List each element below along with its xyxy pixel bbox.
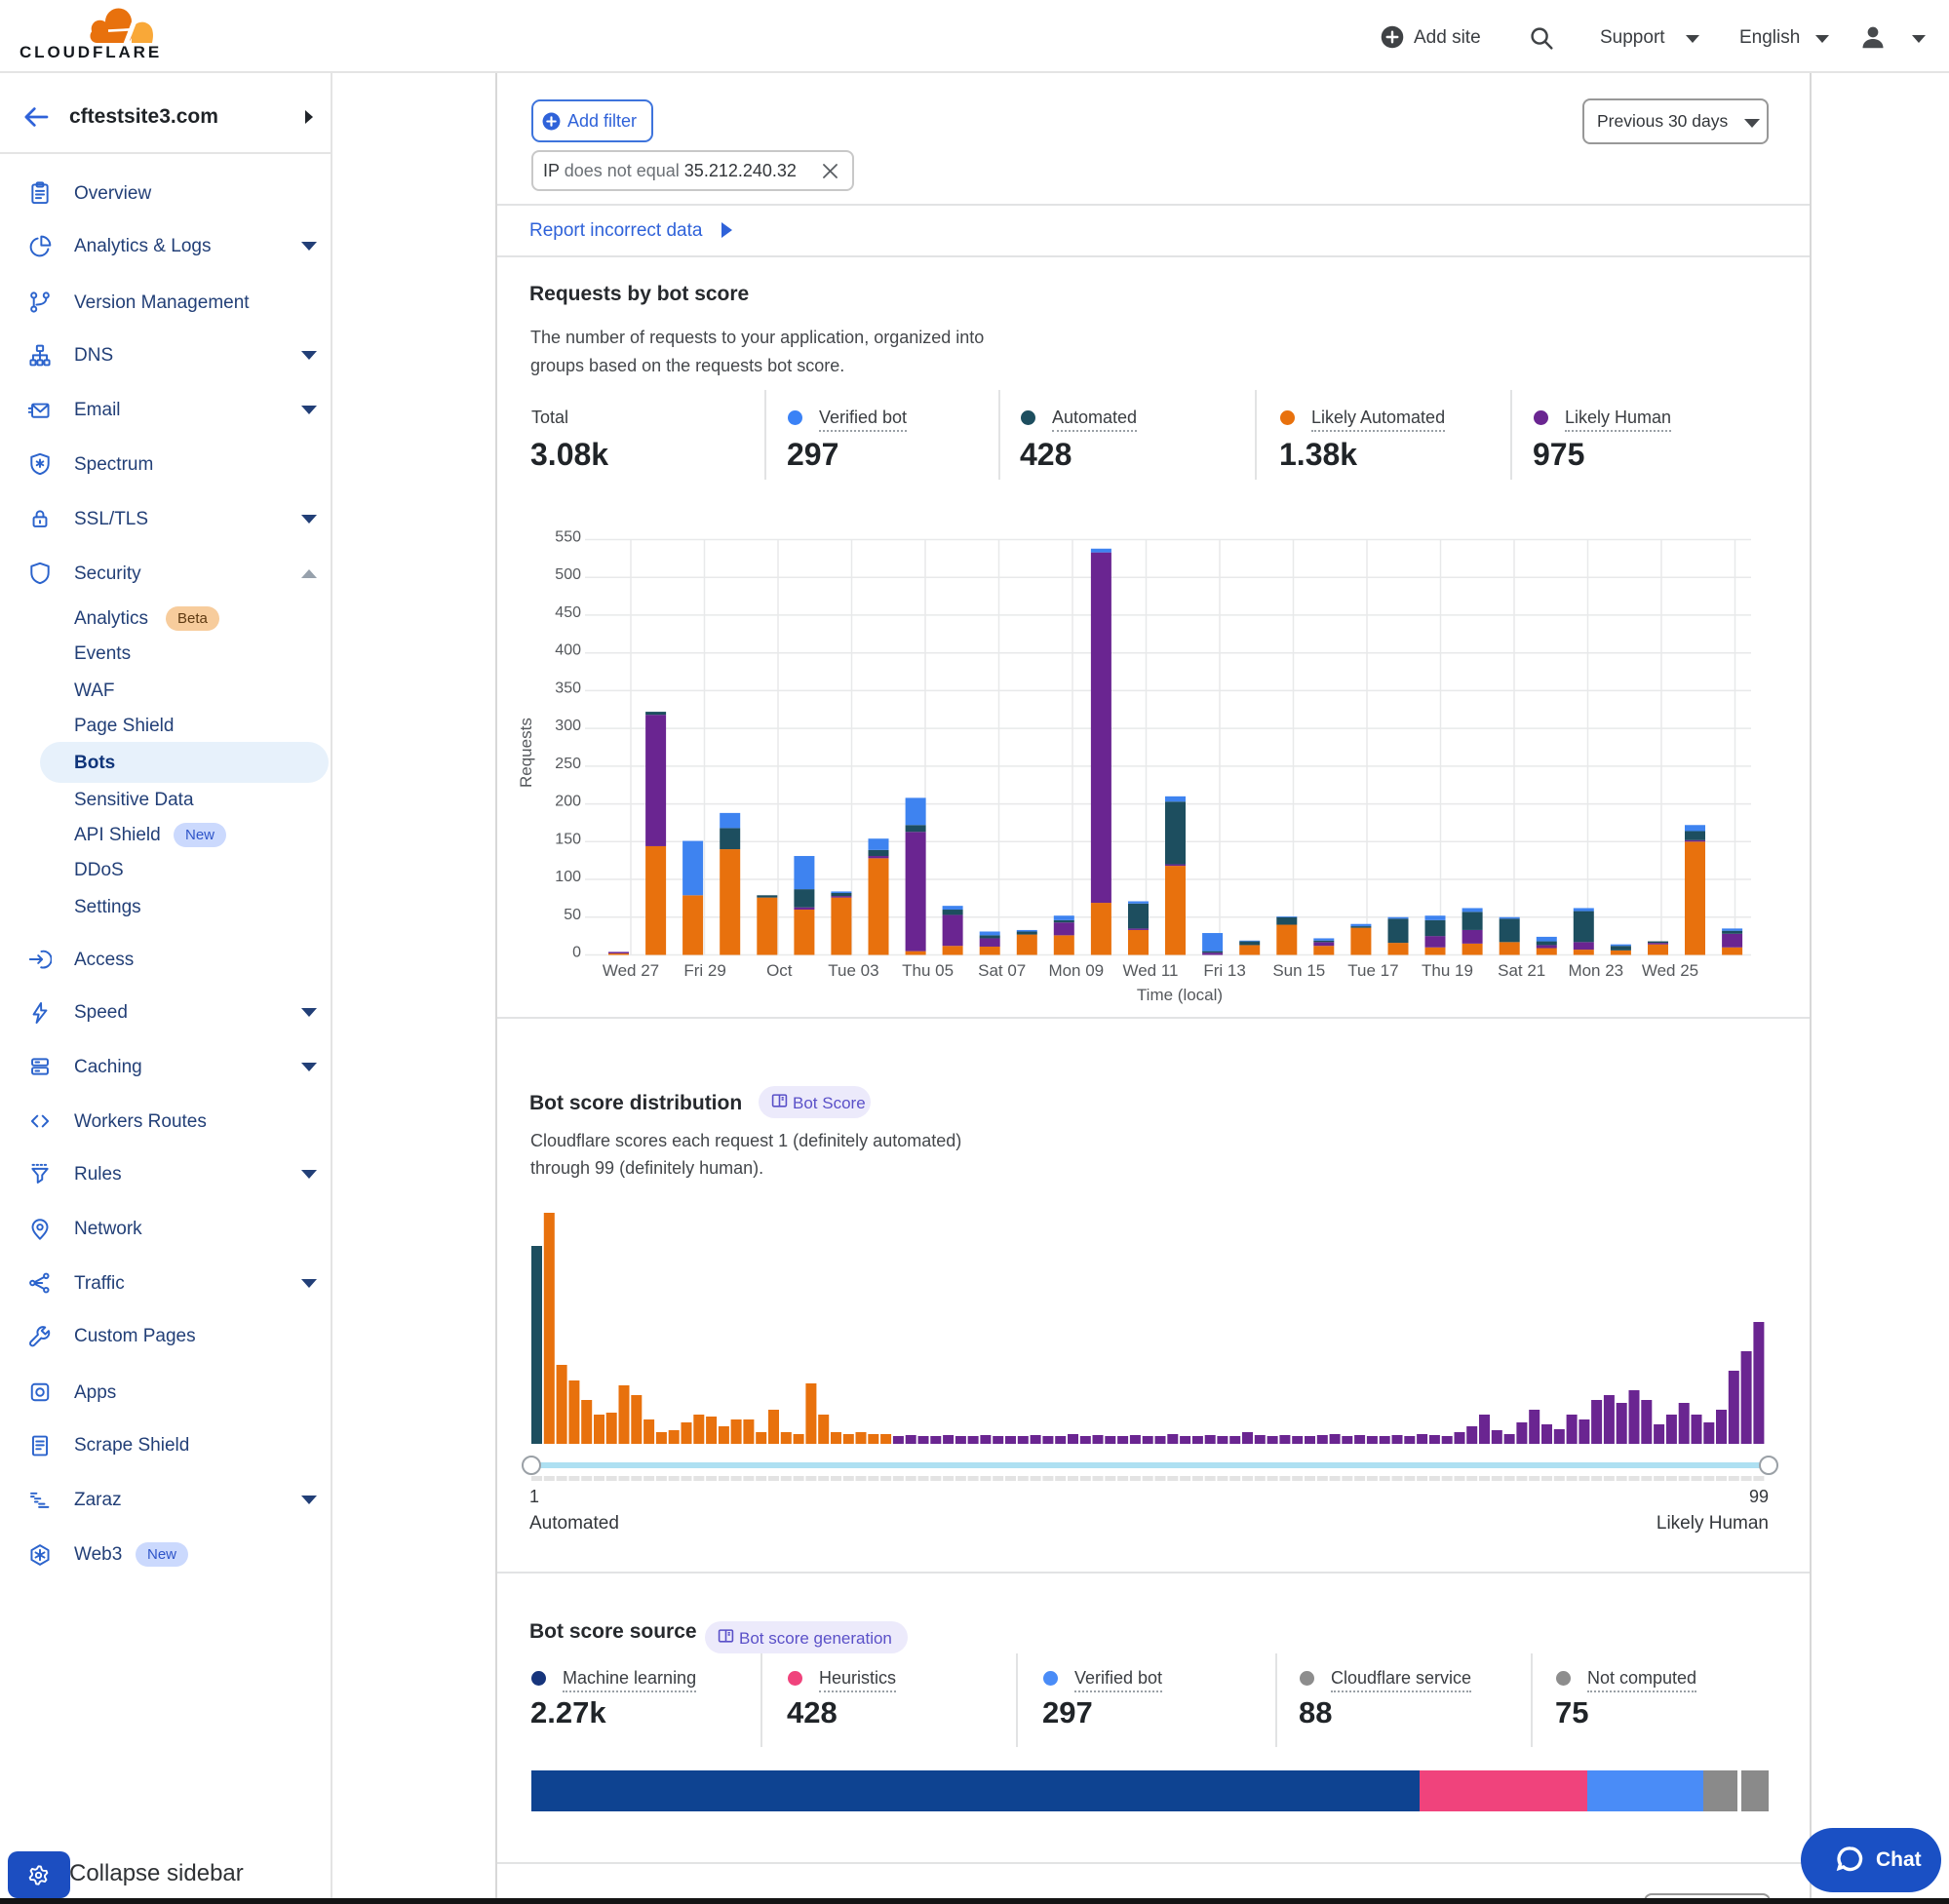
svg-text:Thu 19: Thu 19 xyxy=(1422,961,1473,980)
svg-text:200: 200 xyxy=(555,794,581,810)
svg-text:300: 300 xyxy=(555,718,581,734)
svg-text:Time (local): Time (local) xyxy=(1137,986,1223,1004)
svg-text:550: 550 xyxy=(555,529,581,546)
svg-text:450: 450 xyxy=(555,604,581,621)
svg-text:Mon 09: Mon 09 xyxy=(1048,961,1104,980)
svg-text:Wed 25: Wed 25 xyxy=(1642,961,1698,980)
svg-text:Tue 03: Tue 03 xyxy=(828,961,878,980)
svg-text:50: 50 xyxy=(564,907,581,923)
svg-text:Sat 07: Sat 07 xyxy=(978,961,1026,980)
svg-text:Fri 29: Fri 29 xyxy=(683,961,725,980)
svg-text:Tue 17: Tue 17 xyxy=(1347,961,1398,980)
svg-text:350: 350 xyxy=(555,680,581,696)
svg-text:Oct: Oct xyxy=(766,961,793,980)
svg-text:Sun 15: Sun 15 xyxy=(1272,961,1325,980)
svg-text:0: 0 xyxy=(572,945,581,961)
svg-text:150: 150 xyxy=(555,831,581,847)
svg-text:Fri 13: Fri 13 xyxy=(1203,961,1245,980)
svg-text:Wed 27: Wed 27 xyxy=(603,961,659,980)
svg-text:400: 400 xyxy=(555,642,581,659)
svg-text:Sat 21: Sat 21 xyxy=(1498,961,1545,980)
svg-text:250: 250 xyxy=(555,756,581,772)
svg-text:Mon 23: Mon 23 xyxy=(1568,961,1623,980)
svg-text:500: 500 xyxy=(555,566,581,583)
svg-text:Thu 05: Thu 05 xyxy=(902,961,954,980)
svg-text:100: 100 xyxy=(555,869,581,885)
svg-text:Wed 11: Wed 11 xyxy=(1122,961,1178,980)
